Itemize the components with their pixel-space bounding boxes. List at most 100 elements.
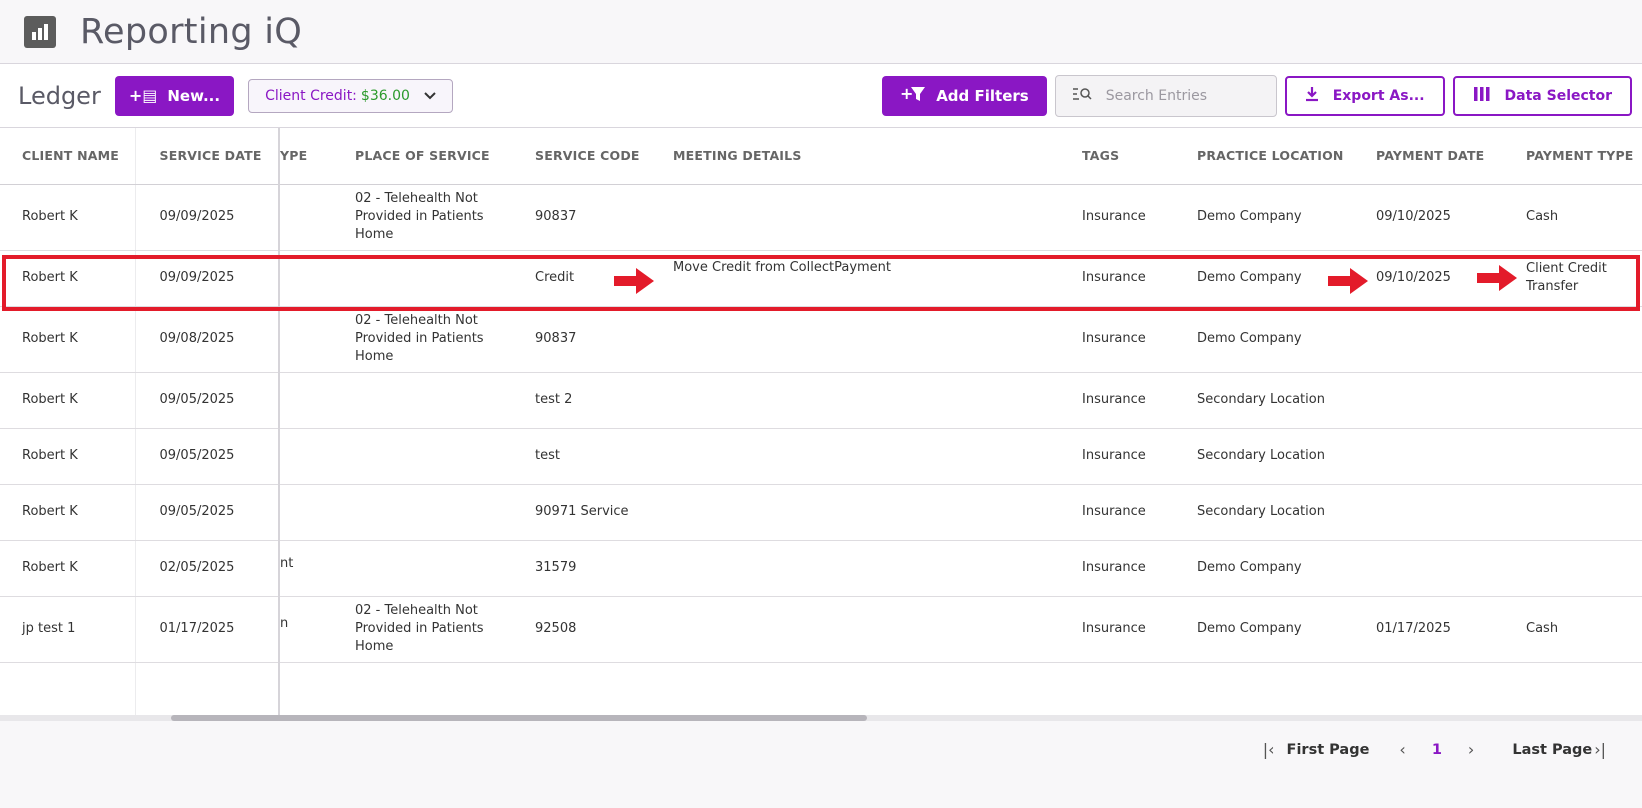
column-header-practice-location[interactable]: PRACTICE LOCATION: [1194, 128, 1376, 185]
column-header-payment-type[interactable]: PAYMENT TYPE: [1526, 128, 1642, 185]
column-header-tags[interactable]: TAGS: [1079, 128, 1194, 185]
column-header-service-date[interactable]: SERVICE DATE: [134, 128, 279, 185]
first-page-icon[interactable]: |‹: [1263, 740, 1275, 759]
cell-type: [278, 428, 355, 485]
cell-type: [278, 306, 355, 373]
cell-service-date: 09/05/2025: [134, 428, 279, 485]
data-selector-button[interactable]: Data Selector: [1452, 76, 1632, 116]
add-filters-button[interactable]: + Add Filters: [882, 76, 1047, 116]
cell-service-code: 90837: [525, 184, 669, 251]
cell-payment-type: [1526, 484, 1642, 541]
cell-practice-location: Demo Company: [1194, 306, 1376, 373]
table-row[interactable]: Robert K 02/05/2025 nt 31579 Insurance Demo C…: [0, 540, 1642, 597]
chevron-down-icon: [424, 88, 436, 104]
column-header-payment-date[interactable]: PAYMENT DATE: [1376, 128, 1526, 185]
cell-meeting-details: [669, 596, 1079, 663]
table-row[interactable]: Robert K 09/09/2025 Credit Move Credit from…: [0, 250, 1642, 307]
cell-place-of-service: [355, 428, 525, 485]
cell-service-code: 31579: [525, 540, 669, 597]
first-page-button[interactable]: First Page: [1287, 742, 1370, 758]
cell-payment-date: [1376, 484, 1526, 541]
cell-tags: Insurance: [1079, 540, 1194, 597]
client-credit-label: Client Credit:: [265, 87, 357, 104]
empty-cell: [1194, 662, 1376, 718]
cell-type: [278, 184, 355, 251]
cell-client-name: Robert K: [0, 540, 135, 597]
last-page-icon[interactable]: ›|: [1594, 740, 1606, 759]
cell-service-date: 09/05/2025: [134, 372, 279, 429]
cell-payment-date: 09/10/2025: [1376, 184, 1526, 251]
cell-tags: Insurance: [1079, 184, 1194, 251]
column-header-client-name[interactable]: CLIENT NAME: [0, 128, 135, 185]
cell-service-date: 09/09/2025: [134, 250, 279, 307]
table-row[interactable]: jp test 1 01/17/2025 n 02 - Telehealth Not …: [0, 596, 1642, 663]
ledger-table: CLIENT NAME SERVICE DATE YPE PLACE OF SE…: [0, 128, 1642, 718]
export-button[interactable]: Export As...: [1284, 76, 1445, 116]
empty-cell: [525, 662, 669, 718]
bar-chart-icon: [24, 15, 56, 48]
empty-cell: [1079, 662, 1194, 718]
cell-type: n: [278, 596, 355, 663]
cell-place-of-service: 02 - Telehealth Not Provided in Patients…: [355, 184, 525, 251]
scrollbar-thumb[interactable]: [171, 715, 867, 721]
table-row[interactable]: Robert K 09/05/2025 90971 Service Insurance…: [0, 484, 1642, 541]
add-filters-label: Add Filters: [936, 87, 1029, 105]
cell-practice-location: Secondary Location: [1194, 372, 1376, 429]
cell-practice-location: Demo Company: [1194, 540, 1376, 597]
page-title: Ledger: [18, 81, 101, 110]
red-arrow-annotation: [1477, 265, 1517, 291]
cell-tags: Insurance: [1079, 596, 1194, 663]
search-placeholder: Search Entries: [1105, 88, 1208, 104]
new-button[interactable]: +▤ New...: [114, 75, 235, 116]
cell-service-date: 09/09/2025: [134, 184, 279, 251]
table-row[interactable]: Robert K 09/08/2025 02 - Telehealth Not Pr…: [0, 306, 1642, 373]
cell-practice-location: Secondary Location: [1194, 484, 1376, 541]
cell-place-of-service: [355, 250, 525, 307]
horizontal-scrollbar[interactable]: [0, 715, 1642, 721]
cell-service-code: 90971 Service: [525, 484, 669, 541]
cell-payment-date: [1376, 428, 1526, 485]
column-header-type[interactable]: YPE: [278, 128, 355, 185]
cell-payment-type: Cash: [1526, 184, 1642, 251]
cell-payment-type: [1526, 540, 1642, 597]
cell-client-name: Robert K: [0, 250, 135, 307]
app-header: Reporting iQ: [0, 0, 1642, 64]
cell-client-name: Robert K: [0, 484, 135, 541]
cell-service-date: 01/17/2025: [134, 596, 279, 663]
cell-payment-type: [1526, 372, 1642, 429]
cell-meeting-details: Move Credit from CollectPayment: [669, 250, 1079, 307]
current-page[interactable]: 1: [1432, 742, 1442, 758]
cell-service-date: 02/05/2025: [134, 540, 279, 597]
cell-client-name: Robert K: [0, 372, 135, 429]
cell-payment-date: [1376, 372, 1526, 429]
table-row[interactable]: Robert K 09/05/2025 test 2 Insurance Seconda…: [0, 372, 1642, 429]
red-arrow-annotation: [614, 268, 654, 294]
cell-place-of-service: [355, 540, 525, 597]
empty-cell: [134, 662, 279, 718]
cell-tags: Insurance: [1079, 306, 1194, 373]
cell-tags: Insurance: [1079, 428, 1194, 485]
column-header-service-code[interactable]: SERVICE CODE: [525, 128, 669, 185]
table-row-empty: [0, 662, 1642, 718]
column-header-meeting-details[interactable]: MEETING DETAILS: [669, 128, 1079, 185]
cell-meeting-details: [669, 484, 1079, 541]
cell-service-code: 92508: [525, 596, 669, 663]
cell-client-name: Robert K: [0, 184, 135, 251]
table-row[interactable]: Robert K 09/09/2025 02 - Telehealth Not Pr…: [0, 184, 1642, 251]
cell-payment-type: [1526, 306, 1642, 373]
table-row[interactable]: Robert K 09/05/2025 test Insurance Secondary…: [0, 428, 1642, 485]
client-credit-dropdown[interactable]: Client Credit: $36.00: [248, 78, 453, 113]
cell-type: [278, 484, 355, 541]
cell-service-code: test 2: [525, 372, 669, 429]
cell-payment-date: [1376, 540, 1526, 597]
column-header-place-of-service[interactable]: PLACE OF SERVICE: [355, 128, 525, 185]
ledger-toolbar: Ledger +▤ New... Client Credit: $36.00 +…: [0, 64, 1642, 128]
empty-cell: [1376, 662, 1526, 718]
filter-icon: +: [900, 84, 926, 106]
next-page-icon[interactable]: ›: [1468, 740, 1474, 759]
last-page-button[interactable]: Last Page: [1512, 742, 1592, 758]
search-input[interactable]: Search Entries: [1054, 75, 1277, 117]
prev-page-icon[interactable]: ‹: [1399, 740, 1405, 759]
columns-icon: [1473, 86, 1491, 106]
cell-client-name: jp test 1: [0, 596, 135, 663]
